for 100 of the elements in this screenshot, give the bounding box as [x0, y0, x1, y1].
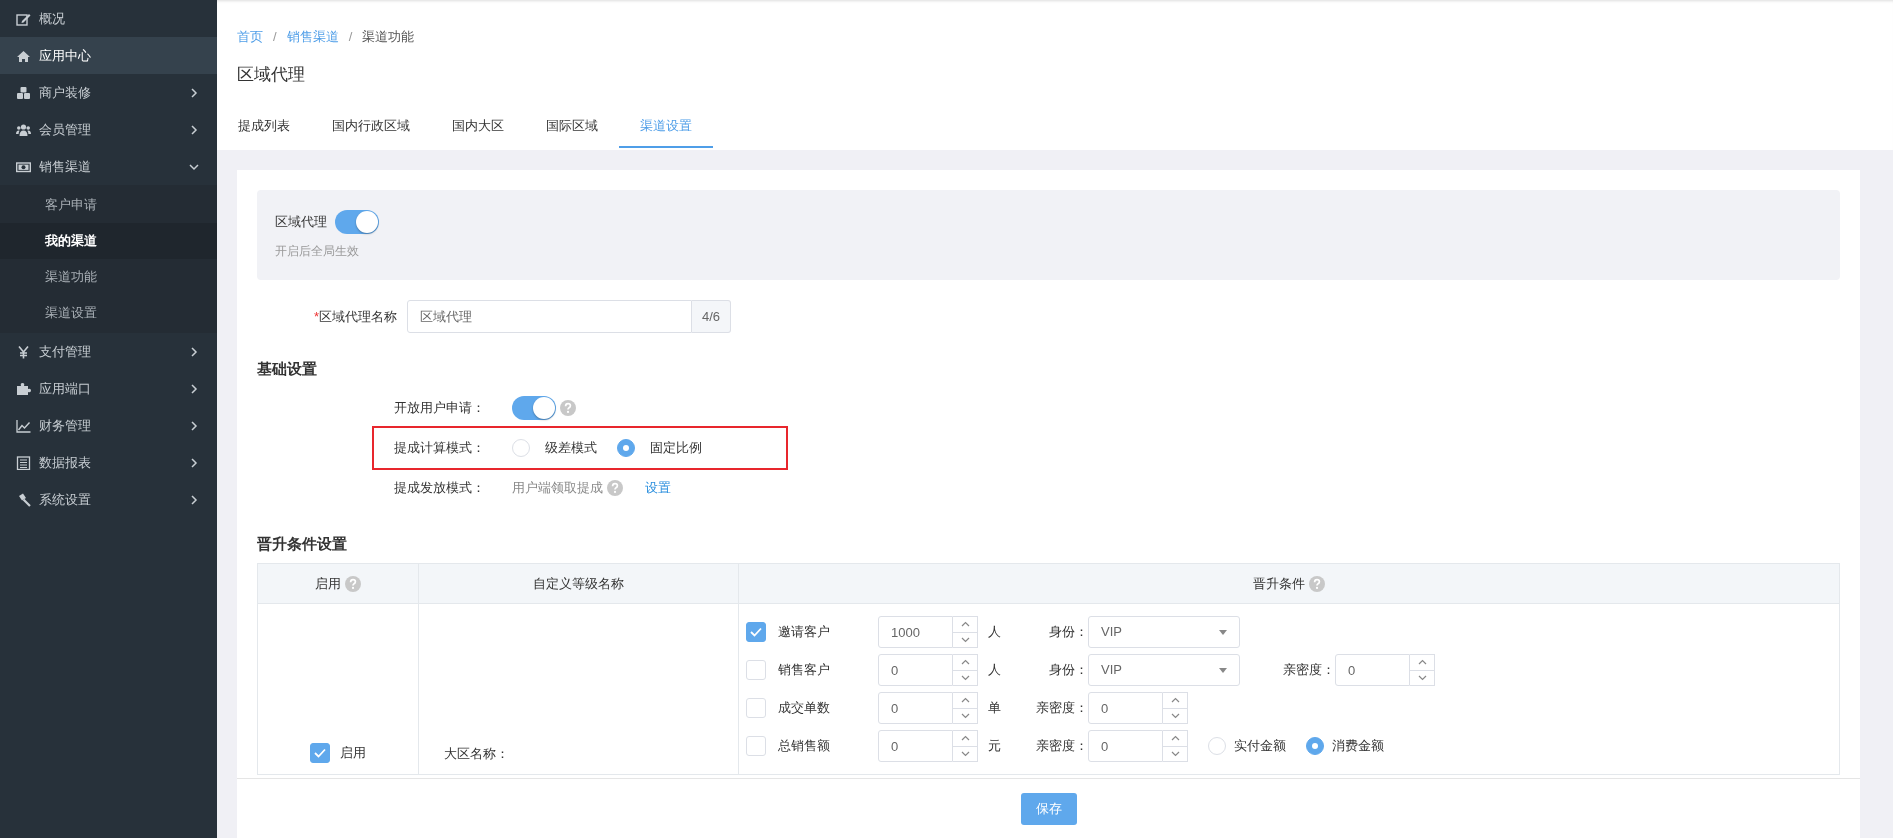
radio-button[interactable] — [1306, 737, 1324, 755]
checkbox[interactable] — [310, 743, 330, 763]
section-title: 晋升条件设置 — [257, 534, 348, 554]
field-label: 亲密度： — [1035, 699, 1088, 718]
chevron-up-icon — [960, 697, 970, 704]
setting-value: 用户端领取提成 — [512, 479, 603, 498]
sidebar-item[interactable]: 应用中心 — [0, 37, 217, 74]
chevron-down-icon — [1417, 674, 1427, 681]
header-text: 自定义等级名称 — [533, 574, 624, 593]
radio-label: 级差模式 — [545, 439, 597, 458]
checkbox[interactable] — [746, 622, 766, 642]
setting-label: 提成发放模式： — [394, 479, 486, 498]
sidebar-item[interactable]: 会员管理 — [0, 111, 217, 148]
increment-button[interactable] — [953, 654, 978, 671]
increment-button[interactable] — [1163, 730, 1188, 747]
unit-label: 元 — [987, 737, 1002, 756]
checkbox-label: 启用 — [340, 744, 366, 763]
sidebar-item[interactable]: 系统设置 — [0, 481, 217, 518]
breadcrumb-separator: / — [273, 28, 277, 46]
sidebar-item[interactable]: 商户装修 — [0, 74, 217, 111]
sidebar-subitem[interactable]: 客户申请 — [0, 187, 217, 223]
radio-button[interactable] — [617, 439, 635, 457]
character-counter: 4/6 — [692, 300, 732, 333]
edit-icon — [16, 11, 31, 26]
sidebar-subitem[interactable]: 我的渠道 — [0, 223, 217, 259]
sidebar-item[interactable]: 应用端口 — [0, 370, 217, 407]
radio-label: 消费金额 — [1332, 737, 1384, 756]
banknote-icon — [16, 159, 31, 174]
name-field[interactable]: 区域代理 — [407, 300, 692, 333]
chevron-up-icon — [960, 621, 970, 628]
radio-label: 固定比例 — [650, 439, 702, 458]
increment-button[interactable] — [1410, 654, 1435, 671]
chevron-down-icon — [960, 712, 970, 719]
increment-button[interactable] — [953, 692, 978, 709]
toggle-switch[interactable] — [335, 210, 379, 234]
chevron-down-icon — [960, 674, 970, 681]
number-field[interactable]: 0 — [878, 654, 953, 686]
breadcrumb-current: 渠道功能 — [362, 28, 415, 46]
increment-button[interactable] — [953, 616, 978, 633]
chevron-up-icon — [960, 735, 970, 742]
caret-down-icon — [1219, 629, 1227, 635]
tab[interactable]: 国际区域 — [525, 106, 619, 148]
radio-label: 实付金额 — [1234, 737, 1286, 756]
field-label: 身份： — [1048, 661, 1088, 680]
puzzle-icon — [16, 381, 31, 396]
field-label: 大区名称： — [443, 744, 510, 763]
sidebar-item[interactable]: 概况 — [0, 0, 217, 37]
toggle-label: 区域代理 — [275, 213, 327, 232]
checkmark-icon — [750, 627, 762, 637]
section-title: 基础设置 — [257, 359, 318, 379]
breadcrumb-separator: / — [348, 28, 353, 46]
number-field[interactable]: 0 — [878, 692, 953, 724]
field-label: 亲密度： — [1282, 661, 1335, 680]
toggle-switch[interactable] — [512, 396, 556, 420]
unit-label: 人 — [987, 623, 1002, 642]
gavel-icon — [16, 492, 31, 507]
cubes-icon — [16, 85, 31, 100]
tab[interactable]: 国内大区 — [431, 106, 525, 148]
table-icon — [16, 455, 31, 470]
sidebar-item[interactable]: 销售渠道 — [0, 148, 217, 185]
number-field[interactable]: 1000 — [878, 616, 953, 648]
chevron-up-icon — [1170, 735, 1180, 742]
setting-label: 提成计算模式： — [394, 439, 486, 458]
checkbox-label: 成交单数 — [778, 699, 831, 718]
number-field[interactable]: 0 — [1088, 692, 1163, 724]
field-label: *区域代理名称 — [312, 307, 398, 326]
select-field[interactable]: VIP — [1088, 654, 1240, 686]
tab[interactable]: 国内行政区域 — [311, 106, 431, 148]
select-field[interactable]: VIP — [1088, 616, 1240, 648]
yen-icon — [16, 344, 31, 359]
checkmark-icon — [314, 748, 326, 758]
chevron-down-icon — [1170, 712, 1180, 719]
header-text: 启用 — [315, 574, 341, 593]
chevron-up-icon — [1170, 697, 1180, 704]
sidebar-item[interactable]: 数据报表 — [0, 444, 217, 481]
checkbox-label: 销售客户 — [778, 661, 831, 680]
tab[interactable]: 提成列表 — [217, 106, 311, 148]
sidebar-subitem[interactable]: 渠道设置 — [0, 295, 217, 331]
select-value: VIP — [1101, 623, 1122, 642]
settings-link[interactable]: 设置 — [645, 478, 671, 498]
number-field[interactable]: 0 — [878, 730, 953, 762]
checkbox-label: 总销售额 — [778, 737, 831, 756]
field-label: 亲密度： — [1035, 737, 1088, 756]
number-field[interactable]: 0 — [1088, 730, 1163, 762]
home-icon — [16, 48, 31, 63]
increment-button[interactable] — [1163, 692, 1188, 709]
sidebar-item[interactable]: 支付管理 — [0, 333, 217, 370]
number-field[interactable]: 0 — [1335, 654, 1410, 686]
header-text: 晋升条件 — [1253, 574, 1305, 593]
chevron-up-icon — [960, 659, 970, 666]
sidebar-subitem[interactable]: 渠道功能 — [0, 259, 217, 295]
checkbox-label: 邀请客户 — [778, 623, 831, 642]
increment-button[interactable] — [953, 730, 978, 747]
caret-down-icon — [1219, 667, 1227, 673]
sidebar-item[interactable]: 财务管理 — [0, 407, 217, 444]
unit-label: 单 — [987, 699, 1002, 718]
field-label: 身份： — [1048, 623, 1088, 642]
chevron-up-icon — [1417, 659, 1427, 666]
line-chart-icon — [16, 418, 31, 433]
chevron-down-icon — [1170, 750, 1180, 757]
